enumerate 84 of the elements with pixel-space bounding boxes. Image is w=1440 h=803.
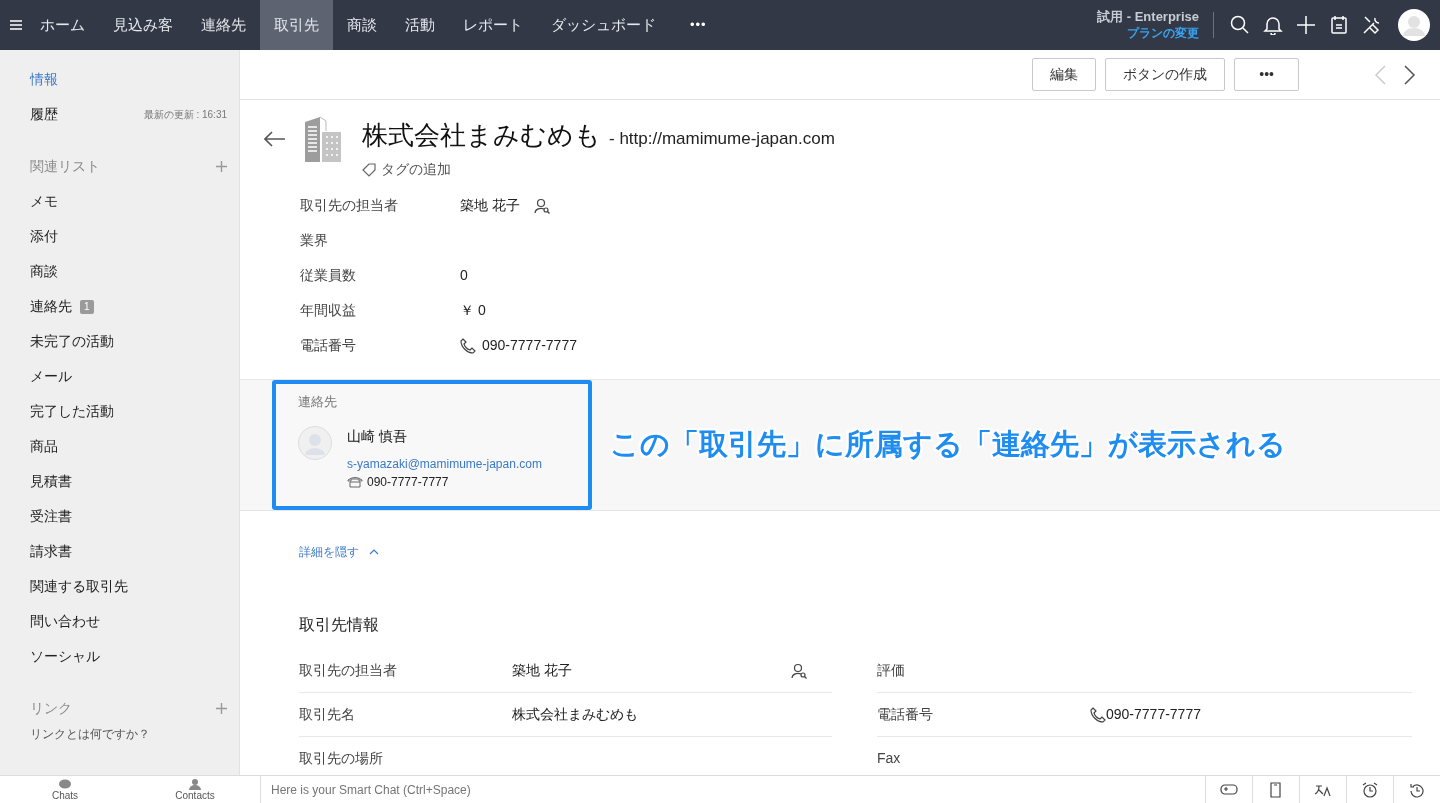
- nav-tab[interactable]: 商談: [333, 0, 391, 50]
- annotation-text: この「取引先」に所属する「連絡先」が表示される: [610, 427, 1286, 463]
- sidebar-item[interactable]: 受注書: [30, 499, 227, 534]
- field-label: 年間収益: [300, 301, 357, 320]
- field-value: 090-7777-7777: [482, 336, 577, 355]
- more-menu[interactable]: •••: [690, 15, 707, 35]
- field-value: 築地 花子: [460, 196, 520, 215]
- sidebar-item[interactable]: 商談: [30, 254, 227, 289]
- sidebar-item[interactable]: 情報: [30, 62, 227, 97]
- nav-tab[interactable]: レポート: [449, 0, 537, 50]
- field-value: ￥ 0: [460, 301, 486, 320]
- toolbar-button[interactable]: ボタンの作成: [1105, 58, 1226, 91]
- field-value: 株式会社まみむめも: [512, 705, 638, 724]
- more-button[interactable]: •••: [1234, 58, 1299, 91]
- sidebar-item[interactable]: 見積書: [30, 464, 227, 499]
- sidebar-item[interactable]: 未完了の活動: [30, 324, 227, 359]
- field-value: 090-7777-7777: [1106, 705, 1201, 724]
- chat-icon: [58, 778, 72, 790]
- alarm-icon[interactable]: [1361, 781, 1379, 798]
- field-label: 電話番号: [300, 336, 357, 355]
- chats-tab[interactable]: Chats: [51, 789, 79, 801]
- field-label: 業界: [300, 231, 329, 250]
- sidebar-item[interactable]: 添付: [30, 219, 227, 254]
- sidebar-item[interactable]: ソーシャル: [30, 639, 227, 674]
- sidebar-item[interactable]: 問い合わせ: [30, 604, 227, 639]
- sidebar-item[interactable]: 商品: [30, 429, 227, 464]
- sidebar-item[interactable]: 連絡先: [30, 296, 72, 317]
- help-link[interactable]: リンクとは何ですか？: [30, 726, 227, 742]
- section-heading: 取引先情報: [299, 615, 380, 635]
- count-badge: 1: [80, 299, 94, 314]
- sidebar-item[interactable]: 請求書: [30, 534, 227, 569]
- field-label: 取引先の場所: [299, 749, 384, 768]
- back-icon[interactable]: [264, 131, 286, 147]
- field-label: 取引先の担当者: [299, 661, 398, 680]
- nav-tab[interactable]: 見込み客: [99, 0, 187, 50]
- field-label: 従業員数: [300, 266, 357, 285]
- avatar-icon[interactable]: [1398, 9, 1430, 41]
- nav-tab[interactable]: 活動: [391, 0, 449, 50]
- nav-tab[interactable]: ダッシュボード: [537, 0, 670, 50]
- field-label: 取引先の担当者: [300, 196, 399, 215]
- section-heading: リンク: [30, 699, 72, 718]
- field-label: Fax: [877, 749, 902, 768]
- upgrade-link[interactable]: プランの変更: [1127, 25, 1199, 42]
- contact-phone: 090-7777-7777: [367, 473, 449, 491]
- sidebar-item[interactable]: メール: [30, 359, 227, 394]
- last-updated-text: 最新の更新 : 16:31: [143, 108, 227, 122]
- field-value: 築地 花子: [512, 661, 572, 680]
- field-label: 評価: [877, 661, 906, 680]
- history-icon[interactable]: [1408, 781, 1426, 798]
- gamepad-icon[interactable]: [1220, 781, 1238, 798]
- next-icon[interactable]: [1404, 64, 1416, 85]
- record-title: 株式会社まみむめも: [362, 119, 601, 152]
- user-search-icon[interactable]: [533, 197, 550, 214]
- field-label: 取引先名: [299, 705, 356, 724]
- nav-tab[interactable]: 取引先: [260, 0, 333, 50]
- building-icon: [302, 116, 342, 162]
- menu-icon[interactable]: [10, 20, 22, 30]
- person-icon: [189, 778, 201, 790]
- nav-tab[interactable]: ホーム: [26, 0, 99, 50]
- toolbar-button[interactable]: 編集: [1032, 58, 1097, 91]
- nav-tab[interactable]: 連絡先: [187, 0, 260, 50]
- contacts-tab[interactable]: Contacts: [175, 789, 215, 801]
- sidebar-item[interactable]: メモ: [30, 184, 227, 219]
- contact-name[interactable]: 山崎 慎吾: [347, 425, 542, 447]
- search-icon[interactable]: [1230, 15, 1250, 35]
- section-heading: 連絡先: [298, 393, 338, 411]
- phone-icon: [460, 337, 476, 354]
- field-label: 電話番号: [877, 705, 934, 724]
- phone-icon: [1090, 706, 1106, 723]
- sidebar-item[interactable]: 関連する取引先: [30, 569, 227, 604]
- calendar-icon[interactable]: [1329, 15, 1349, 35]
- sidebar-item[interactable]: 完了した活動: [30, 394, 227, 429]
- user-search-icon[interactable]: [791, 662, 807, 679]
- bell-icon[interactable]: [1263, 15, 1283, 35]
- edition-label: 試用 - Enterprise: [1097, 8, 1199, 25]
- sidebar-item[interactable]: 履歴: [30, 104, 58, 125]
- tag-icon: [362, 162, 376, 177]
- field-value: 0: [460, 266, 468, 285]
- add-tag-link[interactable]: タグの追加: [381, 159, 451, 180]
- hide-details-link[interactable]: 詳細を隠す: [299, 543, 359, 561]
- section-heading: 関連リスト: [30, 157, 100, 176]
- email-link[interactable]: s-yamazaki@mamimume-japan.com: [347, 454, 542, 473]
- website-link[interactable]: - http://mamimume-japan.com: [609, 126, 835, 152]
- chevron-up-icon[interactable]: [369, 549, 379, 555]
